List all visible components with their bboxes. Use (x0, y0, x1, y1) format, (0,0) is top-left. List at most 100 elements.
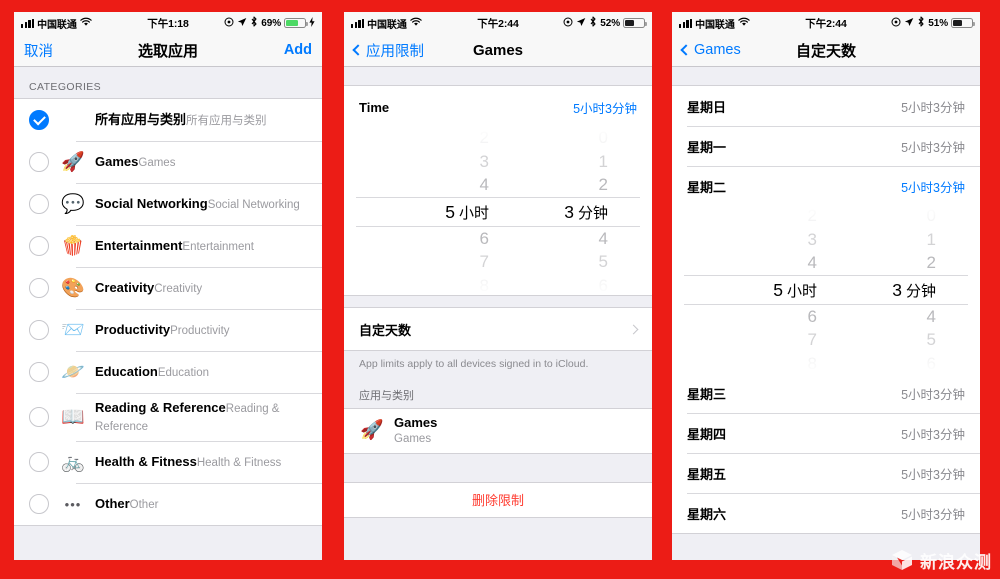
category-row[interactable]: 🚀 GamesGames (14, 141, 322, 183)
cancel-button[interactable]: 取消 (24, 40, 53, 61)
content-scroll[interactable]: CATEGORIES 所有应用与类别所有应用与类别 🚀 GamesGames 💬 Soc… (14, 67, 322, 560)
radio-unselected-icon[interactable] (29, 152, 49, 172)
carrier-label: 中国联通 (367, 19, 407, 31)
hours-wheel[interactable]: 2 3 4 5 小时 6 7 8 (344, 128, 498, 295)
content-scroll[interactable]: 星期日 5小时3分钟 星期一 5小时3分钟 星期二 5小时3分钟 2 3 4 5 小时 6 7 8 0 1 2 3… (672, 67, 980, 560)
time-row-label: Time (359, 99, 390, 115)
day-label: 星期一 (687, 139, 727, 155)
picker-option[interactable]: 6 (808, 305, 817, 329)
radio-unselected-icon[interactable] (29, 452, 49, 472)
delete-limit-button[interactable]: 删除限制 (344, 482, 652, 517)
radio-selected-icon[interactable] (29, 110, 49, 130)
picker-option[interactable]: 4 (808, 251, 817, 275)
radio-unselected-icon[interactable] (29, 194, 49, 214)
category-subtitle: Social Networking (207, 199, 300, 211)
picker-option[interactable]: 1 (927, 228, 936, 252)
category-icon: 🪐 (61, 361, 85, 383)
picker-option[interactable]: 8 (808, 352, 817, 374)
custom-days-row[interactable]: 自定天数 (344, 308, 652, 350)
picker-option[interactable]: 2 (480, 128, 489, 150)
picker-option[interactable]: 2 (599, 173, 608, 197)
picker-number: 3 (564, 201, 574, 222)
minutes-wheel[interactable]: 0 1 2 3 分钟 4 5 6 (826, 206, 980, 373)
radio-unselected-icon[interactable] (29, 407, 49, 427)
picker-unit: 小时 (458, 204, 489, 222)
category-title: Productivity (95, 322, 171, 337)
day-row[interactable]: 星期三 5小时3分钟 (672, 373, 980, 413)
picker-option[interactable]: 1 (599, 150, 608, 174)
category-row[interactable]: 所有应用与类别所有应用与类别 (14, 99, 322, 141)
radio-unselected-icon[interactable] (29, 362, 49, 382)
day-row[interactable]: 星期日 5小时3分钟 (672, 86, 980, 126)
top-spacer (672, 67, 980, 85)
day-row[interactable]: 星期一 5小时3分钟 (672, 126, 980, 166)
category-row[interactable]: 🍿 EntertainmentEntertainment (14, 225, 322, 267)
picker-option[interactable]: 4 (599, 227, 608, 251)
back-button-label: 应用限制 (366, 43, 424, 60)
nav-bar: 应用限制 Games (344, 34, 652, 67)
picker-option[interactable]: 6 (480, 227, 489, 251)
picker-option[interactable]: 5 (927, 328, 936, 352)
day-row[interactable]: 星期六 5小时3分钟 (672, 493, 980, 533)
picker-option[interactable]: 5 (599, 250, 608, 274)
day-row[interactable]: 星期五 5小时3分钟 (672, 453, 980, 493)
picker-option[interactable]: 2 (927, 251, 936, 275)
days-group: 星期日 5小时3分钟 星期一 5小时3分钟 星期二 5小时3分钟 2 3 4 5 小时 6 7 8 0 1 2 3… (672, 85, 980, 534)
minutes-wheel[interactable]: 0 1 2 3 分钟 4 5 6 (498, 128, 652, 295)
picker-option[interactable]: 6 (599, 274, 608, 296)
category-row[interactable]: 🪐 EducationEducation (14, 351, 322, 393)
picker-option[interactable]: 4 (927, 305, 936, 329)
battery-percent-label: 51% (928, 17, 949, 29)
picker-option[interactable]: 7 (808, 328, 817, 352)
top-spacer (344, 67, 652, 85)
time-row[interactable]: Time 5小时3分钟 (344, 86, 652, 128)
radio-unselected-icon[interactable] (29, 278, 49, 298)
category-row-text: Reading & ReferenceReading & Reference (95, 393, 307, 441)
picker-option[interactable]: 3 (480, 150, 489, 174)
picker-unit: 小时 (786, 282, 817, 300)
radio-unselected-icon[interactable] (29, 236, 49, 256)
content-scroll[interactable]: Time 5小时3分钟 2 3 4 5 小时 6 7 8 0 1 2 3 分钟 4 5 6 自定天数 App … (344, 67, 652, 560)
picker-number: 5 (445, 201, 455, 222)
wifi-icon (410, 17, 422, 30)
category-row[interactable]: 📨 ProductivityProductivity (14, 309, 322, 351)
category-subtitle: Creativity (154, 283, 203, 295)
status-bar: 中国联通 下午2:44 51% (672, 12, 980, 34)
app-row-games[interactable]: 🚀 Games Games (344, 408, 652, 453)
category-row-text: EducationEducation (95, 357, 307, 387)
category-title: Education (95, 364, 158, 379)
picker-option[interactable]: 7 (480, 250, 489, 274)
category-row[interactable]: ••• OtherOther (14, 483, 322, 525)
add-button[interactable]: Add (284, 42, 312, 58)
radio-unselected-icon[interactable] (29, 494, 49, 514)
category-title: Health & Fitness (95, 454, 197, 469)
hours-wheel[interactable]: 2 3 4 5 小时 6 7 8 (672, 206, 826, 373)
battery-icon (623, 17, 648, 29)
picker-option[interactable]: 4 (480, 173, 489, 197)
duration-picker[interactable]: 2 3 4 5 小时 6 7 8 0 1 2 3 分钟 4 5 6 (672, 206, 980, 373)
nav-bar: Games 自定天数 (672, 34, 980, 67)
day-label: 星期三 (687, 386, 727, 402)
duration-picker[interactable]: 2 3 4 5 小时 6 7 8 0 1 2 3 分钟 4 5 6 (344, 128, 652, 295)
picker-option[interactable]: 6 (927, 352, 936, 374)
phone-panel-games-limit: 中国联通 下午2:44 52% 应用限制 Games Time 5小时3分钟 2… (344, 12, 652, 560)
back-button-app-limits[interactable]: 应用限制 (352, 40, 424, 61)
category-row-text: Social NetworkingSocial Networking (95, 189, 307, 219)
category-row[interactable]: 🚲 Health & FitnessHealth & Fitness (14, 441, 322, 483)
picker-option[interactable]: 0 (599, 128, 608, 150)
day-row[interactable]: 星期四 5小时3分钟 (672, 413, 980, 453)
back-button-games[interactable]: Games (680, 42, 741, 58)
category-row[interactable]: 🎨 CreativityCreativity (14, 267, 322, 309)
picker-unit: 分钟 (905, 282, 936, 300)
picker-option[interactable]: 8 (480, 274, 489, 296)
day-row[interactable]: 星期二 5小时3分钟 (672, 166, 980, 206)
picker-option[interactable]: 2 (808, 206, 817, 228)
category-title: Other (95, 496, 130, 511)
delete-limit-label: 删除限制 (471, 493, 524, 509)
category-row[interactable]: 📖 Reading & ReferenceReading & Reference (14, 393, 322, 441)
radio-unselected-icon[interactable] (29, 320, 49, 340)
picker-option[interactable]: 3 (808, 228, 817, 252)
category-row[interactable]: 💬 Social NetworkingSocial Networking (14, 183, 322, 225)
category-icon: 🎨 (61, 277, 85, 299)
picker-option[interactable]: 0 (927, 206, 936, 228)
